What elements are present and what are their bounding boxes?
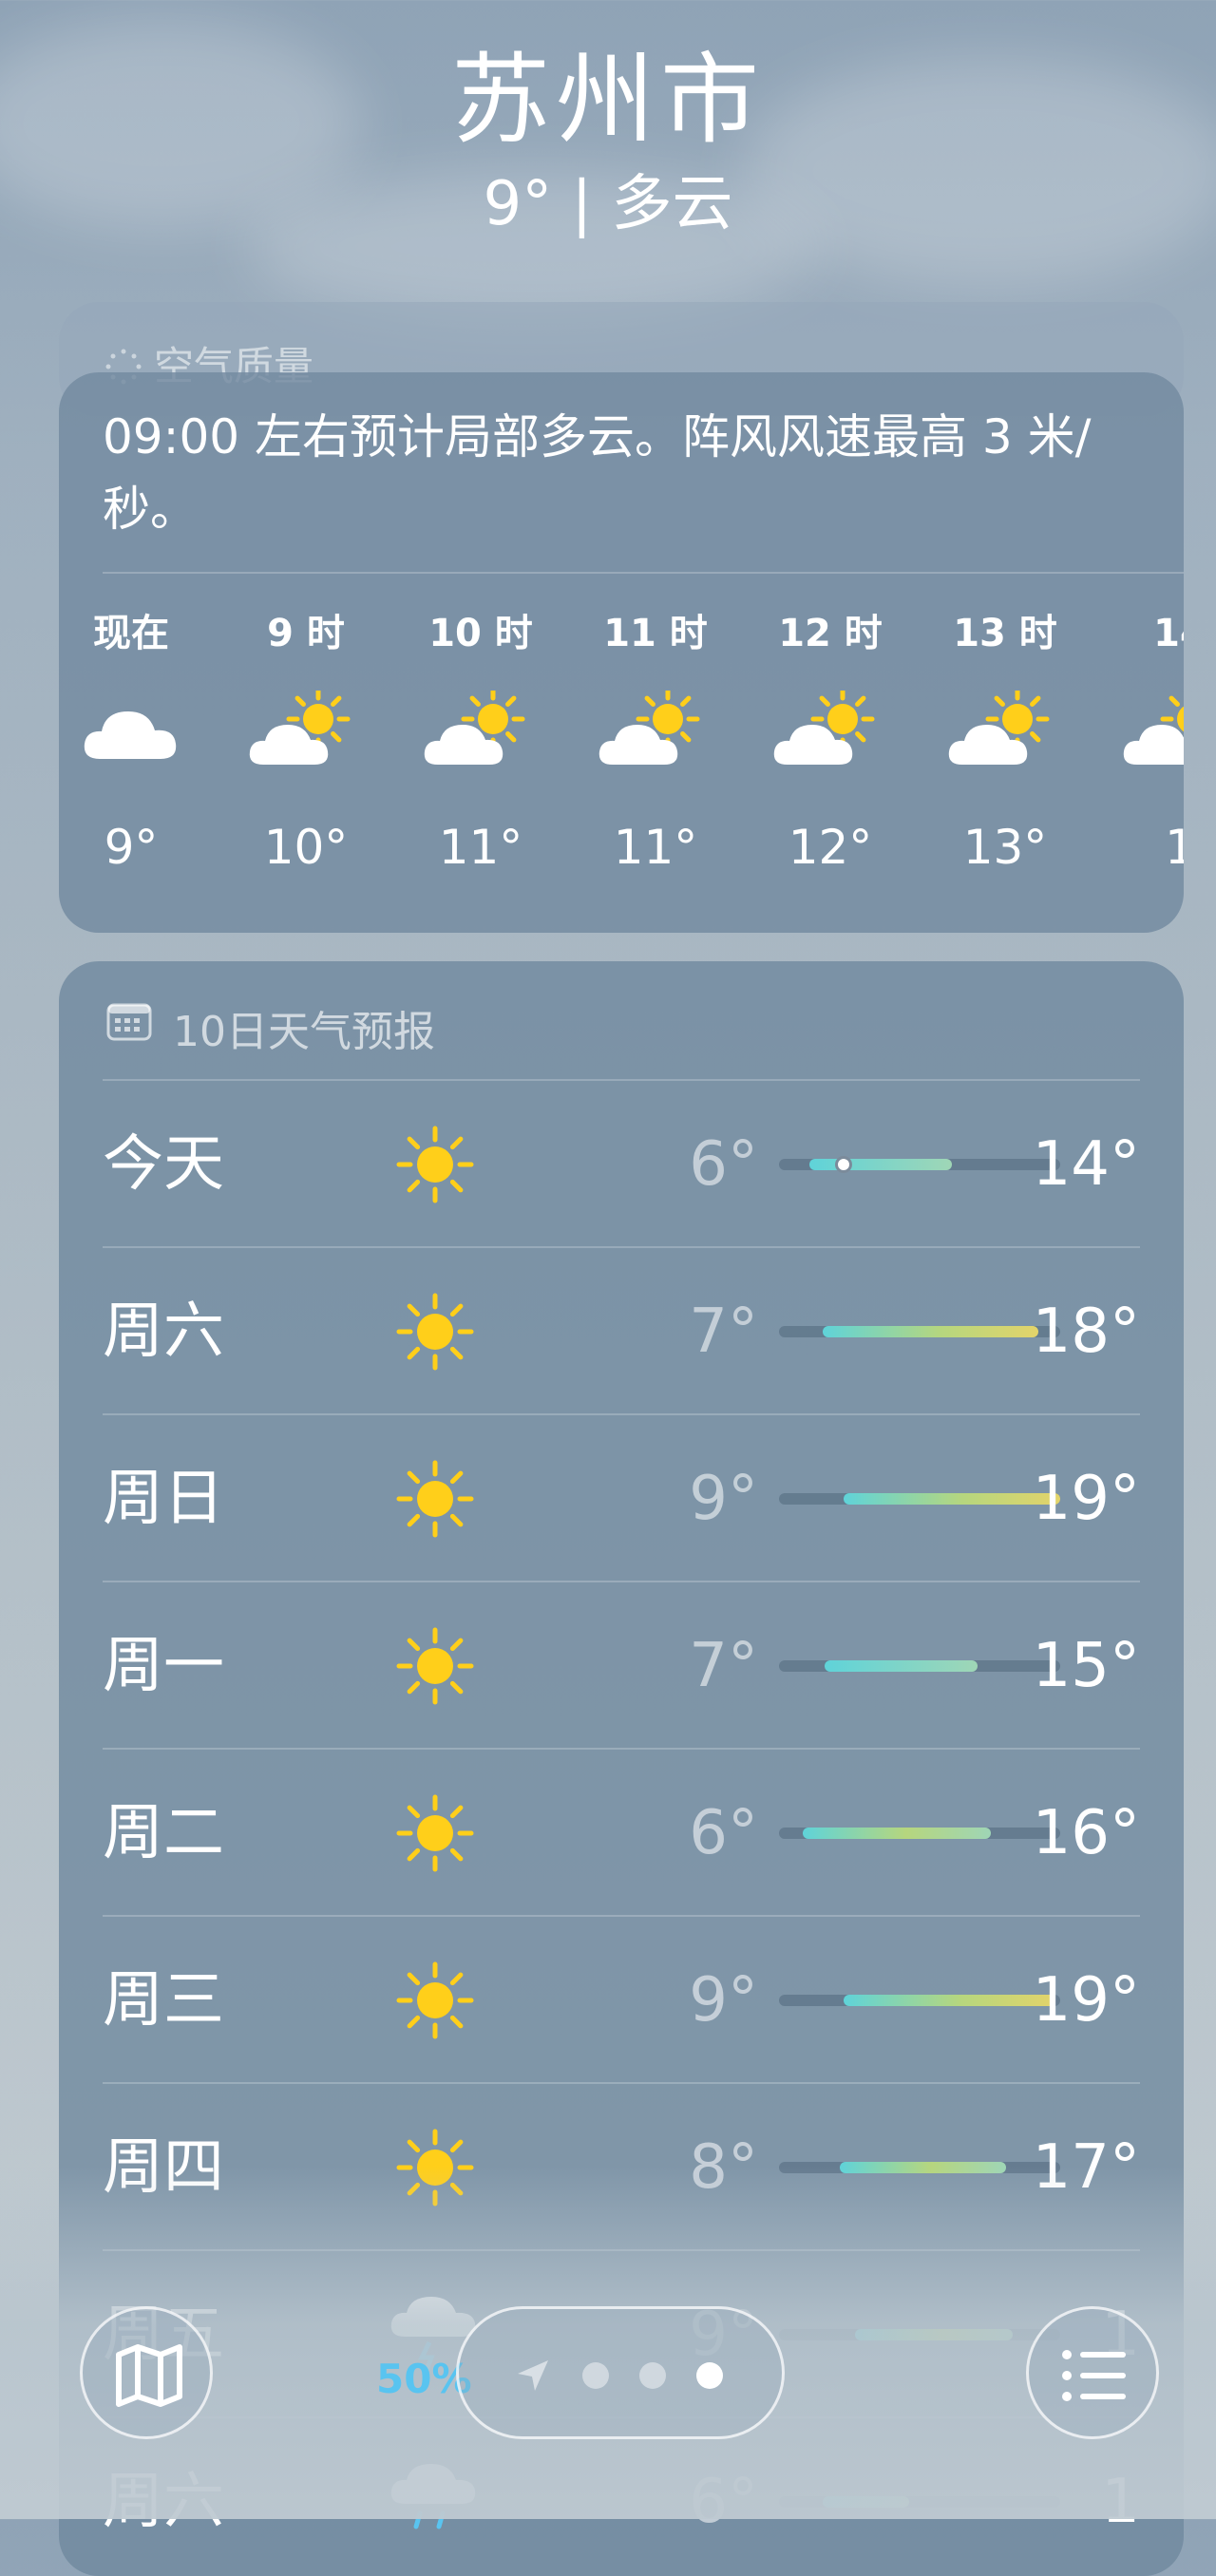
hourly-forecast-card[interactable]: 09:00 左右预计局部多云。阵风风速最高 3 米/秒。 现在 9° 9 时 10° 1… (59, 372, 1184, 933)
hourly-item: 现在 9° (59, 600, 207, 885)
day-low-temp: 6° (689, 1129, 758, 1200)
cloud-icon (84, 711, 177, 759)
day-name: 周三 (103, 1965, 224, 2036)
hourly-item: 13 时 13° (929, 600, 1081, 885)
hour-label: 11 时 (603, 612, 708, 655)
partly-sunny-icon (948, 691, 1050, 765)
hourly-item: 14 1 (1104, 600, 1184, 885)
day-high-temp: 18° (1032, 1297, 1140, 1367)
hour-temp: 12° (788, 820, 873, 875)
hour-label: 12 时 (778, 612, 883, 655)
page-dot[interactable] (639, 2362, 666, 2389)
list-icon (1062, 2350, 1126, 2401)
current-temp-dot (835, 1156, 853, 1173)
sun-icon (396, 1126, 474, 1203)
map-icon (116, 2344, 182, 2407)
temp-range-bar (779, 1326, 1060, 1337)
page-dot[interactable] (582, 2362, 609, 2389)
day-low-temp: 9° (689, 1464, 758, 1534)
day-name: 周一 (103, 1631, 224, 1701)
temp-range-fill (844, 1995, 1056, 2006)
hourly-item: 11 时 11° (580, 600, 732, 885)
day-low-temp: 7° (689, 1297, 758, 1367)
day-row[interactable]: 今天 6° 14° (103, 1079, 1140, 1248)
hour-label: 10 时 (428, 612, 533, 655)
hour-temp: 11° (613, 820, 698, 875)
hour-temp: 11° (438, 820, 523, 875)
city-name: 苏州市 (450, 42, 765, 158)
day-row[interactable]: 周六 7° 18° (103, 1246, 1140, 1415)
hour-icon-wrap (1104, 667, 1184, 809)
day-name: 周六 (103, 1297, 224, 1367)
partly-sunny-icon (1123, 695, 1184, 765)
day-high-temp: 14° (1032, 1129, 1140, 1200)
map-button[interactable] (80, 2306, 213, 2439)
day-low-temp: 9° (689, 1965, 758, 2036)
hour-label: 13 时 (953, 612, 1057, 655)
temp-range-bar (779, 1660, 1060, 1672)
page-dot-active[interactable] (696, 2362, 723, 2389)
hour-icon-wrap (754, 667, 906, 809)
hour-temp: 9° (104, 820, 159, 875)
temp-range-bar (779, 1156, 1060, 1173)
sun-icon (396, 1460, 474, 1538)
hour-icon-wrap (929, 667, 1081, 809)
hour-temp: 13° (962, 820, 1048, 875)
day-name: 今天 (103, 1129, 224, 1200)
current-summary: 9° | 多云 (483, 169, 733, 239)
day-row[interactable]: 周三 9° 19° (103, 1915, 1140, 2084)
temp-range-fill (808, 1159, 953, 1170)
hour-label: 现在 (93, 612, 169, 655)
temp-range-fill (803, 1828, 992, 1839)
sun-icon (396, 1794, 474, 1872)
hour-temp: 10° (263, 820, 349, 875)
temp-range-bar (779, 1828, 1060, 1839)
hour-label: 14 (1153, 612, 1184, 655)
day-high-temp: 19° (1032, 1464, 1140, 1534)
sun-icon (396, 1961, 474, 2039)
hourly-item: 12 时 12° (754, 600, 906, 885)
daily-forecast-title: 10日天气预报 (173, 1008, 435, 1056)
temp-range-bar (779, 1493, 1060, 1505)
sun-icon (396, 1627, 474, 1705)
hour-label: 9 时 (267, 612, 345, 655)
hour-icon-wrap (580, 667, 732, 809)
day-row[interactable]: 周一 7° 15° (103, 1581, 1140, 1750)
divider (103, 572, 1184, 574)
temp-range-fill (822, 1326, 1039, 1337)
temp-range-fill (844, 1493, 1060, 1505)
partly-sunny-icon (424, 691, 525, 765)
day-high-temp: 16° (1032, 1798, 1140, 1868)
day-name: 周二 (103, 1798, 224, 1868)
hourly-item: 10 时 11° (405, 600, 557, 885)
calendar-icon (106, 1003, 152, 1041)
day-name: 周日 (103, 1464, 224, 1534)
hourly-item: 9 时 10° (230, 600, 382, 885)
day-row[interactable]: 周二 6° 16° (103, 1748, 1140, 1917)
city-list-button[interactable] (1026, 2306, 1159, 2439)
hour-icon-wrap (59, 667, 207, 809)
partly-sunny-icon (249, 691, 351, 765)
day-row[interactable]: 周日 9° 19° (103, 1413, 1140, 1582)
location-header: 苏州市 9° | 多云 (0, 38, 1216, 247)
partly-sunny-icon (773, 691, 875, 765)
hourly-description: 09:00 左右预计局部多云。阵风风速最高 3 米/秒。 (103, 409, 1092, 537)
hour-icon-wrap (405, 667, 557, 809)
day-high-temp: 19° (1032, 1965, 1140, 2036)
location-arrow-icon (518, 2360, 548, 2391)
partly-sunny-icon (598, 691, 700, 765)
day-low-temp: 7° (689, 1631, 758, 1701)
hour-icon-wrap (230, 667, 382, 809)
hour-temp: 1 (1165, 820, 1184, 875)
temp-range-fill (824, 1660, 978, 1672)
day-low-temp: 6° (689, 1798, 758, 1868)
sun-icon (396, 1293, 474, 1371)
temp-range-bar (779, 1995, 1060, 2006)
page-indicator[interactable] (456, 2306, 785, 2439)
day-high-temp: 15° (1032, 1631, 1140, 1701)
